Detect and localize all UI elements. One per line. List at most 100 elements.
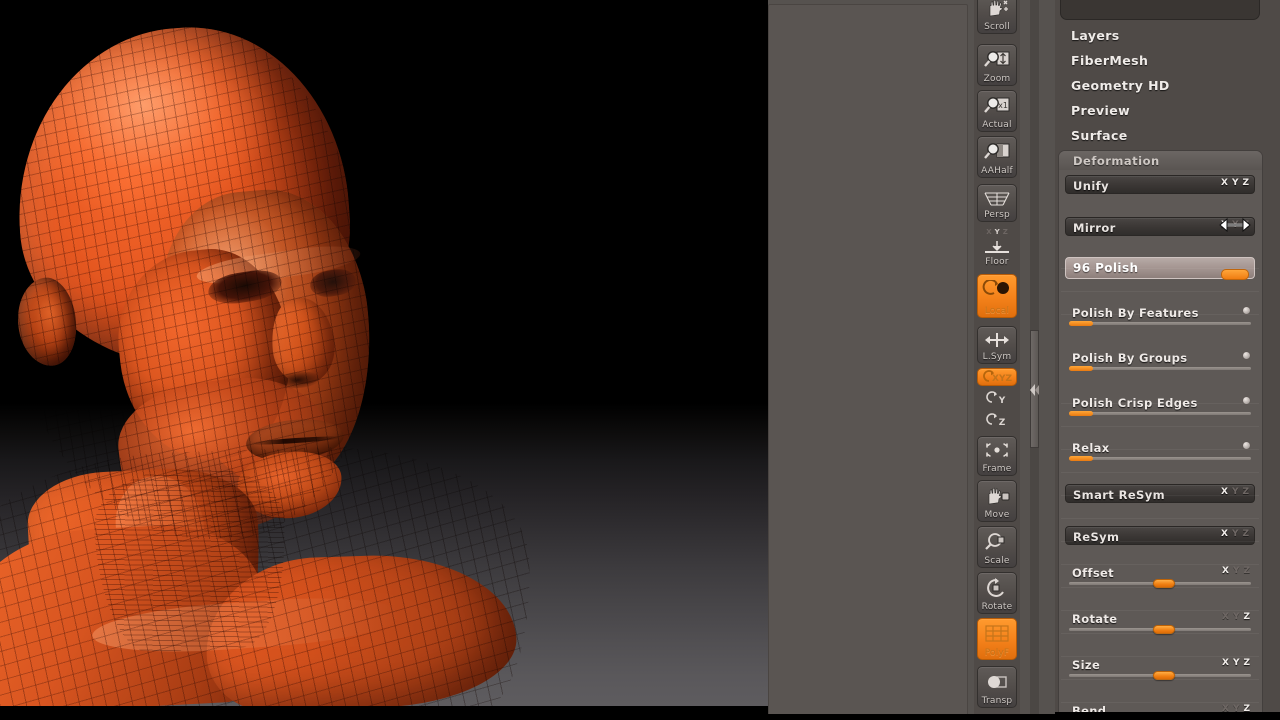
rotate-xyz-toggles[interactable]: X Y Z [1222,612,1250,623]
local-button[interactable]: Local [977,274,1017,318]
scroll-button[interactable]: Scroll [977,0,1017,34]
sidebar-item-layers[interactable]: Layers [1071,28,1251,48]
offset-y-toggle[interactable]: Y [1233,566,1240,577]
slider-track[interactable] [1069,367,1251,370]
resym-y-toggle[interactable]: Y [1232,529,1239,540]
size-z-toggle[interactable]: Z [1243,658,1250,669]
floor-x-toggle[interactable]: X [986,228,991,236]
rotate-slider[interactable]: Rotate X Y Z [1065,612,1255,635]
size-y-toggle[interactable]: Y [1233,658,1240,669]
polyframe-grid-icon [978,619,1016,648]
polish-slider-knob[interactable] [1221,269,1249,280]
rotate-z-toggle[interactable]: Z [1243,612,1250,623]
rotate-xyz-button[interactable]: XYZ [977,368,1017,386]
polish-by-groups-slider[interactable]: Polish By Groups [1065,351,1255,373]
offset-z-toggle[interactable]: Z [1243,566,1250,577]
divider [1061,587,1259,588]
divider [1061,268,1259,269]
actual-label: Actual [982,120,1012,130]
unify-x-toggle[interactable]: X [1221,178,1228,189]
smart-resym-x-toggle[interactable]: X [1221,487,1228,498]
offset-x-toggle[interactable]: X [1222,566,1229,577]
smart-resym-xyz-toggles[interactable]: X Y Z [1221,487,1249,498]
svg-text:Y: Y [998,396,1006,405]
subpalette-label: FiberMesh [1071,53,1149,68]
frame-button[interactable]: Frame [977,436,1017,476]
subpalette-label: Preview [1071,103,1131,118]
rotate-x-toggle[interactable]: X [1222,612,1229,623]
unify-y-toggle[interactable]: Y [1232,178,1239,189]
smart-resym-z-toggle[interactable]: Z [1242,487,1249,498]
polish-by-groups-dot[interactable] [1242,351,1251,360]
floor-xyz-toggles[interactable]: X Y Z [986,228,1008,236]
slider-track[interactable] [1069,457,1251,460]
size-xyz-toggles[interactable]: X Y Z [1222,658,1250,669]
sidebar-item-surface[interactable]: Surface [1071,128,1251,148]
relax-slider[interactable]: Relax [1065,441,1255,463]
rotate-y-button[interactable]: Y [977,389,1017,407]
resym-xyz-toggles[interactable]: X Y Z [1221,529,1249,540]
transp-button[interactable]: Transp [977,666,1017,708]
slider-track[interactable] [1069,412,1251,415]
rotate-label: Rotate [981,602,1013,612]
zoom-button[interactable]: Zoom [977,44,1017,86]
smart-resym-button[interactable]: Smart ReSym X Y Z [1065,484,1255,503]
relax-label: Relax [1072,441,1110,455]
persp-button[interactable]: Persp [977,184,1017,222]
polish-by-features-slider[interactable]: Polish By Features [1065,306,1255,328]
scale-button[interactable]: Scale [977,526,1017,568]
rotate-button[interactable]: Rotate [977,572,1017,614]
rotate-z-button[interactable]: Z [977,411,1017,429]
divider [1061,403,1259,404]
sidebar-item-geometry-hd[interactable]: Geometry HD [1071,78,1251,98]
divider [1061,495,1259,496]
viewport-canvas[interactable] [0,0,768,720]
frame-fit-icon [978,437,1016,464]
slider-fill [1069,366,1093,371]
floor-button[interactable]: X Y Z Floor [977,228,1017,268]
transparency-icon [978,667,1016,696]
deformation-title[interactable]: Deformation [1059,151,1262,170]
size-slider[interactable]: Size X Y Z [1065,658,1255,681]
offset-slider[interactable]: Offset X Y Z [1065,566,1255,589]
slider-track[interactable] [1069,322,1251,325]
floor-y-toggle[interactable]: Y [995,228,1000,236]
unify-xyz-toggles[interactable]: X Y Z [1221,178,1249,189]
divider [1061,472,1259,473]
local-symmetry-icon [978,327,1016,352]
divider [1061,702,1259,703]
sidebar-item-preview[interactable]: Preview [1071,103,1251,123]
resym-x-toggle[interactable]: X [1221,529,1228,540]
offset-xyz-toggles[interactable]: X Y Z [1222,566,1250,577]
unify-label: Unify [1073,179,1109,193]
lsym-button[interactable]: L.Sym [977,326,1017,364]
persp-label: Persp [984,210,1010,220]
size-x-toggle[interactable]: X [1222,658,1229,669]
collapse-left-icon[interactable] [1026,382,1040,398]
polyframe-button[interactable]: PolyF [977,618,1017,660]
polyframe-label: PolyF [984,648,1010,658]
polish-by-features-label: Polish By Features [1072,306,1199,320]
rotate-y-toggle[interactable]: Y [1233,612,1240,623]
unify-z-toggle[interactable]: Z [1242,178,1249,189]
move-button[interactable]: Move [977,480,1017,522]
resym-button[interactable]: ReSym X Y Z [1065,526,1255,545]
slider-fill [1069,411,1093,416]
size-label: Size [1072,658,1101,672]
resym-z-toggle[interactable]: Z [1242,529,1249,540]
floor-z-toggle[interactable]: Z [1003,228,1008,236]
aahalf-button[interactable]: AAHalf [977,136,1017,178]
actual-button[interactable]: x1 Actual [977,90,1017,132]
frame-label: Frame [982,464,1012,474]
offset-label: Offset [1072,566,1115,580]
polish-crisp-edges-slider[interactable]: Polish Crisp Edges [1065,396,1255,418]
unify-button[interactable]: Unify X Y Z [1065,175,1255,194]
smart-resym-y-toggle[interactable]: Y [1232,487,1239,498]
sidebar-item-fibermesh[interactable]: FiberMesh [1071,53,1251,73]
navigation-toolbar: Scroll Zoom x1 Actual AAHalf Persp X Y Z… [974,0,1020,720]
shelf-empty-tray [768,4,968,717]
divider [1061,426,1259,427]
tool-palette: Layers FiberMesh Geometry HD Preview Sur… [1055,0,1280,720]
divider [1061,314,1259,315]
collapsed-subpalette-panel[interactable] [1060,0,1260,20]
